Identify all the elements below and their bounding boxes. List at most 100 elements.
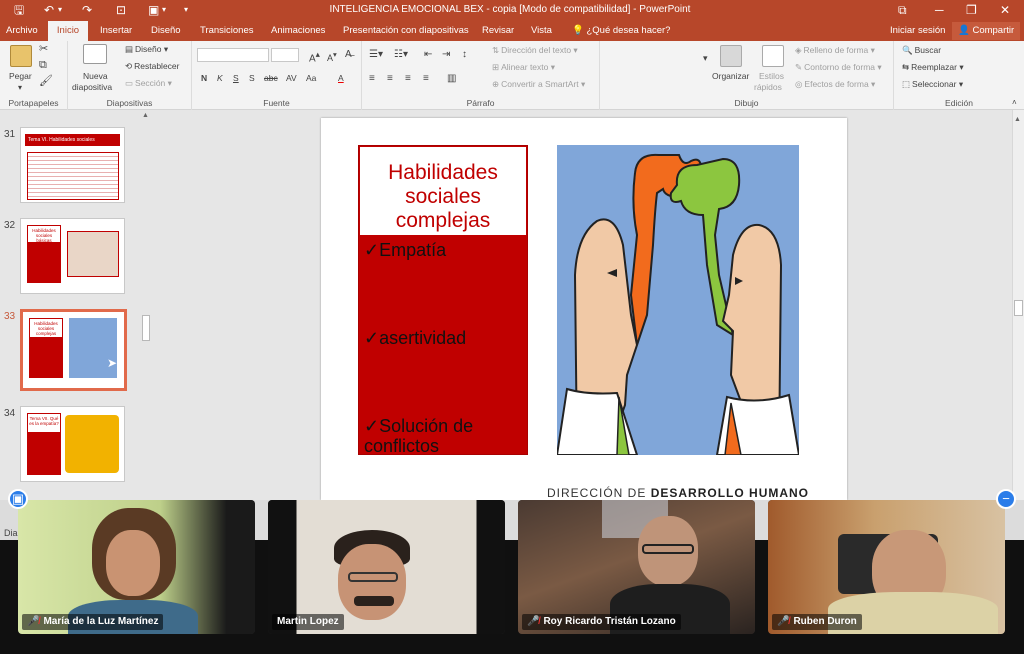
undo-icon[interactable]: ↶ bbox=[44, 2, 54, 18]
smartart-button[interactable]: ⊕ Convertir a SmartArt ▾ bbox=[492, 79, 585, 90]
select-label: Seleccionar bbox=[912, 79, 957, 89]
increase-indent-icon[interactable]: ⇥ bbox=[442, 49, 450, 60]
paste-dropdown-icon[interactable]: ▾ bbox=[18, 82, 22, 93]
justify-icon[interactable]: ≡ bbox=[423, 73, 429, 84]
quick-styles-label-2[interactable]: rápidos bbox=[754, 82, 782, 93]
align-left-icon[interactable]: ≡ bbox=[369, 73, 375, 84]
format-painter-icon[interactable]: 🖌 bbox=[39, 76, 53, 87]
bullet-item[interactable]: ✓asertividad bbox=[364, 328, 466, 348]
tab-insertar[interactable]: Insertar bbox=[100, 21, 132, 41]
reset-button[interactable]: ⟲ Restablecer bbox=[125, 61, 179, 72]
organize-icon[interactable] bbox=[720, 45, 742, 67]
shape-fill-button[interactable]: ◈ Relleno de forma ▾ bbox=[795, 45, 875, 56]
present-dropdown-icon[interactable]: ▾ bbox=[162, 2, 166, 18]
slide-thumbnail-31[interactable]: Tema VI. Habilidades sociales bbox=[20, 127, 125, 203]
bullet-item[interactable]: ✓Empatía bbox=[364, 240, 446, 260]
shadow-button[interactable]: S bbox=[249, 73, 255, 84]
slide-scrollbar[interactable]: ▲ bbox=[1012, 110, 1024, 500]
shapes-more-icon[interactable]: ▾ bbox=[703, 53, 708, 64]
shrink-font-icon[interactable]: A▾ bbox=[327, 49, 337, 64]
slide-thumbnail-34[interactable]: Tema VII. Qué es la empatía? bbox=[20, 406, 125, 482]
new-slide-icon[interactable] bbox=[83, 44, 107, 64]
layout-button[interactable]: ▤ Diseño ▾ bbox=[125, 44, 168, 55]
close-icon[interactable]: ✕ bbox=[1000, 2, 1010, 18]
grow-font-icon[interactable]: A▴ bbox=[309, 49, 320, 64]
minimize-videos-icon[interactable]: − bbox=[996, 489, 1016, 509]
scrollbar-thumb[interactable] bbox=[142, 315, 150, 341]
scroll-up-icon[interactable]: ▲ bbox=[1014, 116, 1021, 123]
participant-tile[interactable]: 🎤̸ Roy Ricardo Tristán Lozano bbox=[518, 500, 755, 634]
paste-icon[interactable] bbox=[10, 45, 32, 67]
thumbnail-scrollbar[interactable]: ▲ bbox=[140, 110, 152, 500]
strikethrough-button[interactable]: abc bbox=[264, 73, 278, 84]
slide-title[interactable]: Habilidades sociales complejas bbox=[359, 146, 527, 236]
copy-icon[interactable]: ⧉ bbox=[39, 60, 47, 71]
bullets-icon[interactable]: ☰▾ bbox=[369, 49, 383, 60]
slide-thumbnail-33[interactable]: Habilidades sociales complejas ➤ bbox=[20, 309, 127, 391]
underline-button[interactable]: S bbox=[233, 73, 239, 84]
tab-vista[interactable]: Vista bbox=[531, 21, 552, 41]
select-button[interactable]: ⬚ Seleccionar ▾ bbox=[902, 79, 963, 90]
add-participant-icon[interactable]: ▣ bbox=[8, 489, 28, 509]
tab-presentacion[interactable]: Presentación con diapositivas bbox=[343, 21, 469, 41]
save-icon[interactable]: 🖫 bbox=[14, 2, 24, 18]
italic-button[interactable]: K bbox=[217, 73, 223, 84]
undo-dropdown-icon[interactable]: ▾ bbox=[58, 2, 62, 18]
scrollbar-thumb[interactable] bbox=[1014, 300, 1023, 316]
tell-me-box[interactable]: 💡 ¿Qué desea hacer? bbox=[572, 21, 670, 41]
quick-styles-label-1[interactable]: Estilos bbox=[759, 71, 784, 82]
shape-outline-button[interactable]: ✎ Contorno de forma ▾ bbox=[795, 62, 882, 73]
new-slide-label-2[interactable]: diapositiva bbox=[72, 82, 112, 93]
signin-link[interactable]: Iniciar sesión bbox=[890, 21, 945, 41]
content-box[interactable]: Habilidades sociales complejas ✓Empatía … bbox=[358, 145, 528, 456]
illustration-svg bbox=[555, 153, 801, 456]
spacing-button[interactable]: AV bbox=[286, 73, 297, 84]
shape-effects-button[interactable]: ◎ Efectos de forma ▾ bbox=[795, 79, 875, 90]
align-text-button[interactable]: ⊞ Alinear texto ▾ bbox=[492, 62, 555, 73]
bullet-item[interactable]: ✓Solución de conflictos bbox=[364, 416, 514, 456]
text-direction-button[interactable]: ⇅ Dirección del texto ▾ bbox=[492, 45, 578, 56]
line-spacing-icon[interactable]: ↕ bbox=[462, 49, 467, 60]
tab-inicio[interactable]: Inicio bbox=[48, 21, 88, 41]
replace-button[interactable]: ⇆ Reemplazar ▾ bbox=[902, 62, 964, 73]
align-right-icon[interactable]: ≡ bbox=[405, 73, 411, 84]
slide-thumbnail-32[interactable]: Habilidades sociales básicas bbox=[20, 218, 125, 294]
organize-button[interactable]: Organizar bbox=[712, 71, 749, 82]
restore-icon[interactable]: ⧉ bbox=[898, 2, 907, 18]
tab-transiciones[interactable]: Transiciones bbox=[200, 21, 254, 41]
tab-animaciones[interactable]: Animaciones bbox=[271, 21, 325, 41]
conversation-illustration[interactable] bbox=[555, 145, 801, 456]
redo-icon[interactable]: ↷ bbox=[82, 2, 92, 18]
participant-tile[interactable]: Martin Lopez bbox=[268, 500, 505, 634]
case-button[interactable]: Aa bbox=[306, 73, 316, 84]
share-button[interactable]: 👤 Compartir bbox=[952, 22, 1021, 40]
font-size-field[interactable] bbox=[271, 48, 299, 62]
customize-toolbar-icon[interactable]: ▾ bbox=[184, 2, 188, 18]
participant-tile[interactable]: 🎤̸ María de la Luz Martínez bbox=[18, 500, 255, 634]
font-name-field[interactable] bbox=[197, 48, 269, 62]
paste-button[interactable]: Pegar bbox=[9, 71, 32, 82]
tab-revisar[interactable]: Revisar bbox=[482, 21, 514, 41]
numbering-icon[interactable]: ☷▾ bbox=[394, 49, 408, 60]
new-slide-label-1[interactable]: Nueva bbox=[83, 71, 108, 82]
quick-styles-icon[interactable] bbox=[762, 45, 784, 67]
decrease-indent-icon[interactable]: ⇤ bbox=[424, 49, 432, 60]
bold-button[interactable]: N bbox=[201, 73, 207, 84]
clear-format-icon[interactable]: A̶ bbox=[345, 49, 352, 60]
align-center-icon[interactable]: ≡ bbox=[387, 73, 393, 84]
maximize-icon[interactable]: ❐ bbox=[966, 2, 977, 18]
minimize-icon[interactable]: ─ bbox=[935, 2, 944, 18]
tab-diseno[interactable]: Diseño bbox=[151, 21, 181, 41]
present-icon[interactable]: ▣ bbox=[148, 2, 159, 18]
section-button[interactable]: ▭ Sección ▾ bbox=[125, 78, 172, 89]
columns-icon[interactable]: ▥ bbox=[447, 73, 456, 84]
font-color-button[interactable]: A bbox=[338, 73, 344, 84]
participant-tile[interactable]: 🎤̸ Ruben Duron bbox=[768, 500, 1005, 634]
find-button[interactable]: 🔍 Buscar bbox=[902, 45, 941, 56]
cut-icon[interactable]: ✂ bbox=[39, 44, 48, 55]
slideshow-from-start-icon[interactable]: ⊡ bbox=[116, 2, 126, 18]
collapse-ribbon-icon[interactable]: ˄ bbox=[1012, 97, 1017, 108]
scroll-up-icon[interactable]: ▲ bbox=[142, 112, 149, 119]
tab-archivo[interactable]: Archivo bbox=[6, 21, 40, 41]
current-slide[interactable]: Habilidades sociales complejas ✓Empatía … bbox=[321, 118, 847, 500]
